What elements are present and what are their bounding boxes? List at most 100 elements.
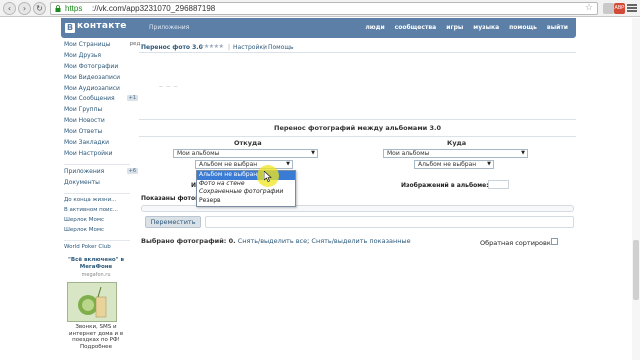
forward-icon[interactable]: › [18,2,31,15]
sidebar-item-label: Мои Сообщения [64,95,115,103]
sidebar-item-apps[interactable]: Приложения +6 [64,167,138,179]
sidebar-item-videos[interactable]: Мои Видеозаписи [64,74,136,85]
browser-menu-icon[interactable] [627,3,637,14]
topnav-logout[interactable]: выйти [547,24,568,31]
sidebar-game-link[interactable]: World Poker Club [64,244,134,254]
small-mark: — — — [159,84,179,89]
topnav-games[interactable]: игры [446,24,463,31]
lock-icon [55,5,61,12]
select-value: Альбом не выбран [418,161,477,168]
reverse-sort-checkbox[interactable] [551,238,558,245]
sidebar-app-link[interactable]: До конца жизни... [64,197,134,207]
bookmark-star-icon[interactable]: ☆ [585,3,593,13]
sidebar-item-audio[interactable]: Мои Аудиозаписи [64,85,136,96]
panel-title: Перенос фотографий между альбомами 3.0 [274,124,441,132]
sidebar-item-my-page[interactable]: Мои Страницы ред. [64,41,142,52]
adblock-extension-icon[interactable]: ABP [614,3,625,14]
sidebar-item-label: Мои Новости [64,117,105,125]
sidebar-item-label: Приложения [64,167,105,175]
cursor-highlight [257,165,279,187]
to-heading: Куда [447,139,467,147]
sidebar-item-label: Мои Настройки [64,149,113,157]
vk-logo-icon[interactable]: В [65,23,75,33]
app-titlebar: Перенос фото 3.0 ★★★★★ | Настройки | Пом… [139,41,576,53]
from-album-select[interactable]: Альбом не выбран ▼ [195,160,293,169]
ad-illustration [68,283,116,321]
app-title[interactable]: Перенос фото 3.0 [141,44,203,51]
topnav-help[interactable]: помощь [509,24,537,31]
link-separator: | [263,44,266,51]
reload-icon[interactable]: ↻ [33,2,46,15]
sidebar-divider [64,192,130,194]
sidebar-item-label: Мои Закладки [64,139,109,147]
select-value: Альбом не выбран [199,161,258,168]
sidebar-item-bookmarks[interactable]: Мои Закладки [64,139,136,150]
sidebar-item-photos[interactable]: Мои Фотографии [64,63,136,74]
topnav-music[interactable]: музыка [473,24,499,31]
album-dropdown-list: Альбом не выбран Фото на стене Сохраненн… [196,170,296,207]
images-count-field [488,180,509,189]
back-icon[interactable]: ‹ [3,2,16,15]
ad-title[interactable]: "Всё включено" в МегаФоне [66,257,126,270]
sidebar-item-label: Мои Видеозаписи [64,73,121,81]
sidebar-item-friends[interactable]: Мои Друзья [64,52,136,63]
scrollbar-thumb[interactable] [633,240,639,300]
apps-count-badge: +6 [126,167,138,174]
sidebar-item-label: Документы [64,178,100,186]
header-app-crumb[interactable]: Приложения [149,24,189,31]
sidebar-item-label: Мои Фотографии [64,62,119,70]
from-albums-select[interactable]: Мои альбомы ▼ [173,149,318,158]
sidebar-app-link[interactable]: Шерлок Момс [64,227,134,237]
url-path: ://vk.com/app3231070_296887198 [92,4,216,13]
to-album-select[interactable]: Альбом не выбран ▼ [414,160,494,169]
select-value: Мои альбомы [177,150,220,157]
help-link[interactable]: Помощь [268,44,294,51]
ad-domain: megafon.ru [81,272,111,278]
status-bar [205,216,574,228]
shown-photos-label: Показаны фотогр [141,195,203,202]
panel-header: Перенос фотографий между альбомами 3.0 [139,119,576,137]
sidebar-item-label: Мои Ответы [64,128,103,136]
dropdown-option[interactable]: Фото на стене [197,180,295,189]
top-navigation: люди сообщества игры музыка помощь выйти [365,24,568,31]
site-brand[interactable]: контакте [77,21,127,31]
sidebar-divider [64,163,130,165]
page-scrollbar[interactable] [632,18,640,360]
reverse-sort-label: Обратная сортировка [480,239,555,247]
sidebar-divider [64,239,130,241]
ad-text[interactable]: Звонки, SMS и интернет дома и в поездках… [66,324,126,350]
dropdown-arrow-icon: ▼ [487,161,491,167]
to-albums-select[interactable]: Мои альбомы ▼ [383,149,528,158]
sidebar-item-answers[interactable]: Мои Ответы [64,128,136,139]
extension-icon[interactable] [603,3,614,14]
sidebar-item-label: Мои Страницы [64,41,111,48]
rating-stars: ★★★★★ [199,43,224,50]
dropdown-arrow-icon: ▼ [521,150,525,156]
select-value: Мои альбомы [387,150,430,157]
topnav-people[interactable]: люди [365,24,384,31]
select-all-link[interactable]: Снять/выделить все [238,237,307,245]
url-scheme: https [65,4,83,13]
sidebar-item-news[interactable]: Мои Новости [64,117,136,128]
mouse-pointer-icon [264,171,272,182]
selection-summary: Выбрано фотографий: 0. Снять/выделить вс… [141,237,411,245]
from-heading: Откуда [234,139,262,147]
select-shown-link[interactable]: Снять/выделить показанные [311,237,410,245]
ad-image[interactable] [67,282,117,322]
sidebar-app-link[interactable]: Шерлок Момс [64,217,134,227]
browser-toolbar: ‹ › ↻ https ://vk.com/app3231070_2968871… [0,0,640,17]
sidebar-item-settings[interactable]: Мои Настройки [64,150,136,161]
sidebar-app-link[interactable]: В активном поис... [64,207,134,217]
dropdown-option[interactable]: Альбом не выбран [197,171,295,180]
sidebar-item-messages[interactable]: Мои Сообщения +1 [64,95,138,106]
sidebar-item-groups[interactable]: Мои Группы [64,106,136,117]
sidebar-item-documents[interactable]: Документы [64,179,136,190]
address-bar[interactable]: https ://vk.com/app3231070_296887198 ☆ [50,2,598,15]
sidebar-item-label: Мои Аудиозаписи [64,84,120,92]
topnav-communities[interactable]: сообщества [395,24,437,31]
images-in-album-label: Изображений в альбоме: [401,182,489,189]
dropdown-option[interactable]: Сохраненные фотографии [197,188,295,197]
dropdown-option[interactable]: Резерв [197,197,295,206]
move-button[interactable]: Переместить [145,216,201,228]
settings-link[interactable]: Настройки [233,44,267,51]
